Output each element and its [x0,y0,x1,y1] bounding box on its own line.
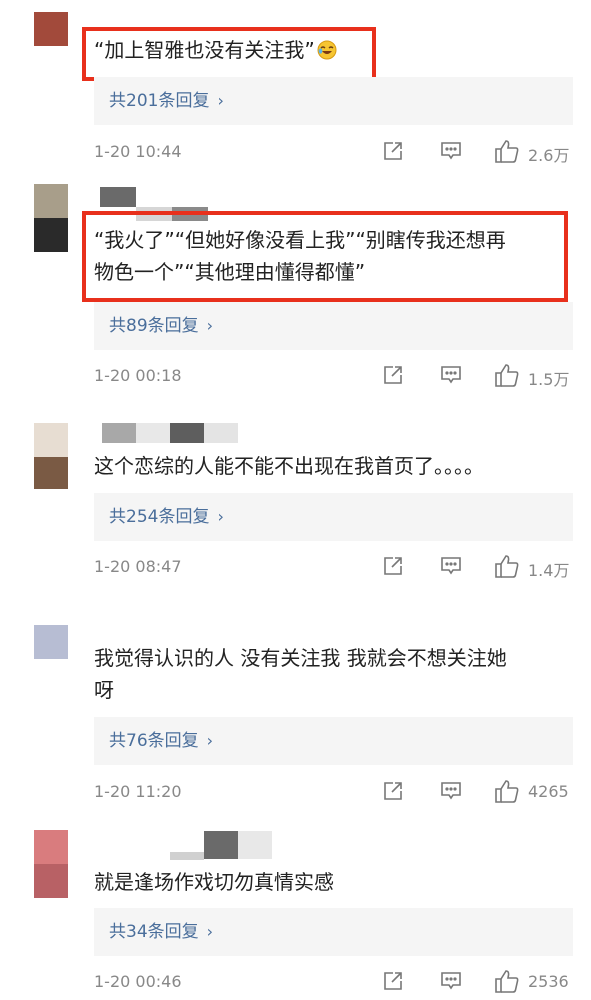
comment-meta: 1-20 11:20 4265 [94,778,573,806]
username-blur [204,423,238,443]
username-blur [102,423,136,443]
replies-label: 共34条回复 [109,922,199,942]
replies-link[interactable]: 共254条回复 › [94,493,573,541]
comment-icon[interactable] [440,970,462,992]
thumbs-up-icon[interactable] [494,138,520,164]
like-count: 1.5万 [528,370,570,389]
comment-text: 这个恋综的人能不能不出现在我首页了。。。。 [94,450,484,482]
avatar-lower [34,457,68,489]
replies-label: 共76条回复 [109,731,199,751]
timestamp: 1-20 10:44 [94,142,182,161]
comment-text-line: 呀 [94,678,114,702]
share-icon[interactable] [382,555,404,577]
timestamp: 1-20 11:20 [94,782,182,801]
thumbs-up-icon[interactable] [494,778,520,804]
replies-label: 共201条回复 [109,91,210,111]
comment-text-line: “加上智雅也没有关注我” [94,38,315,62]
replies-link[interactable]: 共89条回复 › [94,302,573,350]
chevron-right-icon: › [206,922,214,941]
like-count: 4265 [528,782,569,801]
replies-label: 共89条回复 [109,316,199,336]
avatar-lower [34,864,68,898]
username-blur [170,423,204,443]
comment-icon[interactable] [440,780,462,802]
laughing-tears-emoji [317,40,337,60]
replies-link[interactable]: 共201条回复 › [94,77,573,125]
avatar[interactable] [34,423,68,457]
timestamp: 1-20 00:46 [94,972,182,991]
avatar[interactable] [34,184,68,218]
comment-icon[interactable] [440,364,462,386]
username-blur [238,831,272,859]
thumbs-up-icon[interactable] [494,968,520,994]
timestamp: 1-20 00:18 [94,366,182,385]
comment-icon[interactable] [440,140,462,162]
comment-text: “我火了”“但她好像没看上我”“别瞎传我还想再 物色一个”“其他理由懂得都懂” [94,224,506,288]
comment-meta: 1-20 00:46 2536 [94,968,573,996]
like-count: 2536 [528,972,569,991]
comment-meta: 1-20 00:18 1.5万 [94,362,573,390]
chevron-right-icon: › [206,316,214,335]
replies-label: 共254条回复 [109,507,210,527]
comment-meta: 1-20 10:44 2.6万 [94,138,573,166]
username-blur [100,187,136,207]
comment-text-line: 物色一个”“其他理由懂得都懂” [94,260,366,284]
chevron-right-icon: › [217,91,224,110]
comment-text: 就是逢场作戏切勿真情实感 [94,866,334,898]
avatar[interactable] [34,830,68,864]
username-blur [136,423,170,443]
comment-text: 我觉得认识的人 没有关注我 我就会不想关注她 呀 [94,642,507,706]
chevron-right-icon: › [206,731,214,750]
thumbs-up-icon[interactable] [494,362,520,388]
timestamp: 1-20 08:47 [94,557,182,576]
share-icon[interactable] [382,780,404,802]
chevron-right-icon: › [217,507,224,526]
comment-text: “加上智雅也没有关注我” [94,34,337,66]
comment-text-line: “我火了”“但她好像没看上我”“别瞎传我还想再 [94,228,506,252]
username-blur [170,852,204,860]
share-icon[interactable] [382,970,404,992]
avatar[interactable] [34,12,68,46]
avatar-lower [34,218,68,252]
comment-icon[interactable] [440,555,462,577]
share-icon[interactable] [382,364,404,386]
avatar[interactable] [34,625,68,659]
comment-text-line: 就是逢场作戏切勿真情实感 [94,870,334,894]
replies-link[interactable]: 共34条回复 › [94,908,573,956]
username-blur [204,831,238,859]
like-count: 1.4万 [528,561,570,580]
comment-text-line: 这个恋综的人能不能不出现在我首页了。。。。 [94,454,484,478]
thumbs-up-icon[interactable] [494,553,520,579]
comment-text-line: 我觉得认识的人 没有关注我 我就会不想关注她 [94,646,507,670]
like-count: 2.6万 [528,146,570,165]
replies-link[interactable]: 共76条回复 › [94,717,573,765]
share-icon[interactable] [382,140,404,162]
comment-meta: 1-20 08:47 1.4万 [94,553,573,581]
